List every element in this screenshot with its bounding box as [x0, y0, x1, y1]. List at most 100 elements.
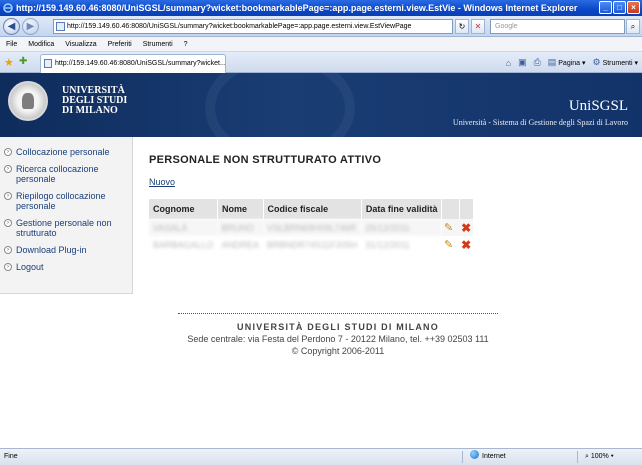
cell-codice-fiscale: VSLBRN69H09L746R: [263, 219, 362, 236]
cell-cognome: BARBAGALLO: [153, 239, 214, 250]
sidebar-item-logout[interactable]: › Logout: [0, 262, 132, 272]
banner-decoration: [205, 73, 355, 163]
column-header-data-fine[interactable]: Data fine validità: [361, 199, 443, 219]
favorites-star-icon[interactable]: ★: [4, 56, 14, 69]
menu-bar: File Modifica Visualizza Preferiti Strum…: [0, 37, 642, 52]
column-header-delete: [459, 199, 474, 219]
status-separator: [577, 451, 578, 463]
page-viewport: UNIVERSITÀ DEGLI STUDI DI MILANO UniSGSL…: [0, 73, 642, 448]
column-header-nome[interactable]: Nome: [217, 199, 264, 219]
table-row: VASALÀ BRUNO VSLBRN69H09L746R 25/12/2011…: [149, 219, 474, 236]
security-zone[interactable]: Internet: [470, 449, 506, 465]
security-zone-label: Internet: [482, 453, 506, 460]
cell-nome: BRUNO: [217, 219, 264, 236]
delete-x-icon[interactable]: ✖: [461, 221, 471, 235]
address-input[interactable]: http://159.149.60.46:8080/UniSGSL/summar…: [53, 19, 453, 34]
search-input[interactable]: Google: [490, 19, 625, 34]
arrow-bullet-icon: ›: [4, 219, 12, 227]
page-footer: UNIVERSITÀ DEGLI STUDI DI MILANO Sede ce…: [148, 321, 528, 357]
refresh-button[interactable]: ↻: [455, 19, 469, 34]
page-menu[interactable]: ▤ Pagina ▾: [548, 57, 586, 68]
gear-icon: ⚙: [592, 57, 601, 67]
edit-pencil-icon[interactable]: ✎: [444, 222, 453, 234]
app-subtitle: Università - Sistema di Gestione degli S…: [452, 118, 628, 127]
cell-cognome: VASALÀ: [149, 219, 218, 236]
sidebar-item-gestione-personale[interactable]: › Gestione personale non strutturato: [0, 218, 132, 238]
page-title: PERSONALE NON STRUTTURATO ATTIVO: [149, 154, 382, 166]
back-button[interactable]: ◀: [3, 18, 20, 35]
add-favorite-icon[interactable]: ✚: [19, 56, 27, 67]
page-icon: [56, 22, 65, 31]
university-seal-logo: [8, 81, 48, 121]
tab-bar: ★ ✚ http://159.149.60.46:8080/UniSGSL/su…: [0, 52, 642, 73]
menu-file[interactable]: File: [6, 41, 17, 48]
address-text: http://159.149.60.46:8080/UniSGSL/summar…: [67, 23, 412, 30]
menu-visualizza[interactable]: Visualizza: [65, 41, 96, 48]
sidebar-item-ricerca-collocazione[interactable]: › Ricerca collocazione personale: [0, 164, 132, 184]
main-content: PERSONALE NON STRUTTURATO ATTIVO Nuovo: [149, 154, 382, 187]
sidebar-item-label: Gestione personale non strutturato: [16, 218, 112, 238]
menu-preferiti[interactable]: Preferiti: [108, 41, 132, 48]
sidebar-item-label: Ricerca collocazione personale: [16, 164, 99, 184]
header-banner: UNIVERSITÀ DEGLI STUDI DI MILANO UniSGSL…: [0, 73, 642, 163]
menu-modifica[interactable]: Modifica: [28, 41, 54, 48]
magnifier-icon: ⌕: [585, 453, 589, 460]
tools-menu[interactable]: ⚙ Strumenti ▾: [593, 57, 638, 68]
window-title: http://159.149.60.46:8080/UniSGSL/summar…: [16, 3, 578, 13]
arrow-bullet-icon: ›: [4, 165, 12, 173]
search-icon[interactable]: ⌕: [626, 19, 640, 34]
university-name: UNIVERSITÀ DEGLI STUDI DI MILANO: [62, 86, 127, 116]
sidebar-item-download-plugin[interactable]: › Download Plug-in: [0, 245, 132, 255]
arrow-bullet-icon: ›: [4, 192, 12, 200]
window-titlebar: http://159.149.60.46:8080/UniSGSL/summar…: [0, 0, 642, 16]
footer-copyright: © Copyright 2006-2011: [291, 346, 385, 356]
staff-table: Cognome Nome Codice fiscale Data fine va…: [149, 199, 474, 253]
sidebar-nav: › Collocazione personale › Ricerca collo…: [0, 137, 133, 294]
sidebar-item-collocazione-personale[interactable]: › Collocazione personale: [0, 147, 132, 157]
column-header-edit: [441, 199, 460, 219]
footer-university: UNIVERSITÀ DEGLI STUDI DI MILANO: [237, 322, 439, 332]
cell-nome: ANDREA: [221, 239, 260, 250]
maximize-button[interactable]: □: [613, 1, 626, 14]
status-text: Fine: [4, 453, 18, 460]
status-bar: Fine Internet ⌕ 100% ▾: [0, 448, 642, 465]
sidebar-item-label: Collocazione personale: [16, 147, 110, 157]
footer-divider: [178, 313, 498, 314]
zoom-control[interactable]: ⌕ 100% ▾: [585, 449, 614, 465]
sidebar-item-riepilogo-collocazione[interactable]: › Riepilogo collocazione personale: [0, 191, 132, 211]
new-record-link[interactable]: Nuovo: [149, 177, 175, 187]
close-window-button[interactable]: ×: [627, 1, 640, 14]
arrow-bullet-icon: ›: [4, 263, 12, 271]
tools-menu-label: Strumenti: [602, 60, 633, 67]
cell-edit: ✎: [441, 219, 460, 236]
sidebar-item-label: Download Plug-in: [16, 245, 87, 255]
sidebar-item-label: Logout: [16, 262, 44, 272]
cell-delete: ✖: [459, 236, 473, 253]
cell-codice-fiscale: BRBNDR74S11F205H: [267, 239, 358, 250]
app-title: UniSGSL: [568, 98, 628, 114]
print-icon[interactable]: ⎙: [534, 57, 541, 68]
arrow-bullet-icon: ›: [4, 148, 12, 156]
edit-pencil-icon[interactable]: ✎: [444, 239, 453, 251]
feeds-icon[interactable]: ▣: [518, 57, 527, 68]
tab-current[interactable]: http://159.149.60.46:8080/UniSGSL/summar…: [40, 54, 226, 73]
minimize-button[interactable]: _: [599, 1, 612, 14]
table-row: BARBAGALLO ANDREA BRBNDR74S11F205H 31/12…: [149, 236, 473, 253]
stop-button[interactable]: ✕: [471, 19, 485, 34]
cell-data-fine: 31/12/2011: [365, 239, 410, 250]
home-icon[interactable]: ⌂: [506, 58, 511, 68]
search-placeholder: Google: [495, 23, 518, 30]
page-menu-label: Pagina: [558, 60, 581, 67]
delete-x-icon[interactable]: ✖: [461, 238, 471, 252]
university-name-line-3: DI MILANO: [62, 105, 118, 116]
menu-help[interactable]: ?: [184, 41, 188, 48]
globe-icon: [470, 450, 479, 459]
table-header-row: Cognome Nome Codice fiscale Data fine va…: [149, 199, 474, 219]
menu-strumenti[interactable]: Strumenti: [143, 41, 173, 48]
column-header-cognome[interactable]: Cognome: [149, 199, 219, 219]
page-icon: ▤: [547, 57, 557, 67]
cell-delete: ✖: [459, 219, 474, 236]
forward-button[interactable]: ▶: [22, 18, 39, 35]
column-header-codice-fiscale[interactable]: Codice fiscale: [263, 199, 362, 219]
footer-address: Sede centrale: via Festa del Perdono 7 -…: [187, 334, 489, 344]
